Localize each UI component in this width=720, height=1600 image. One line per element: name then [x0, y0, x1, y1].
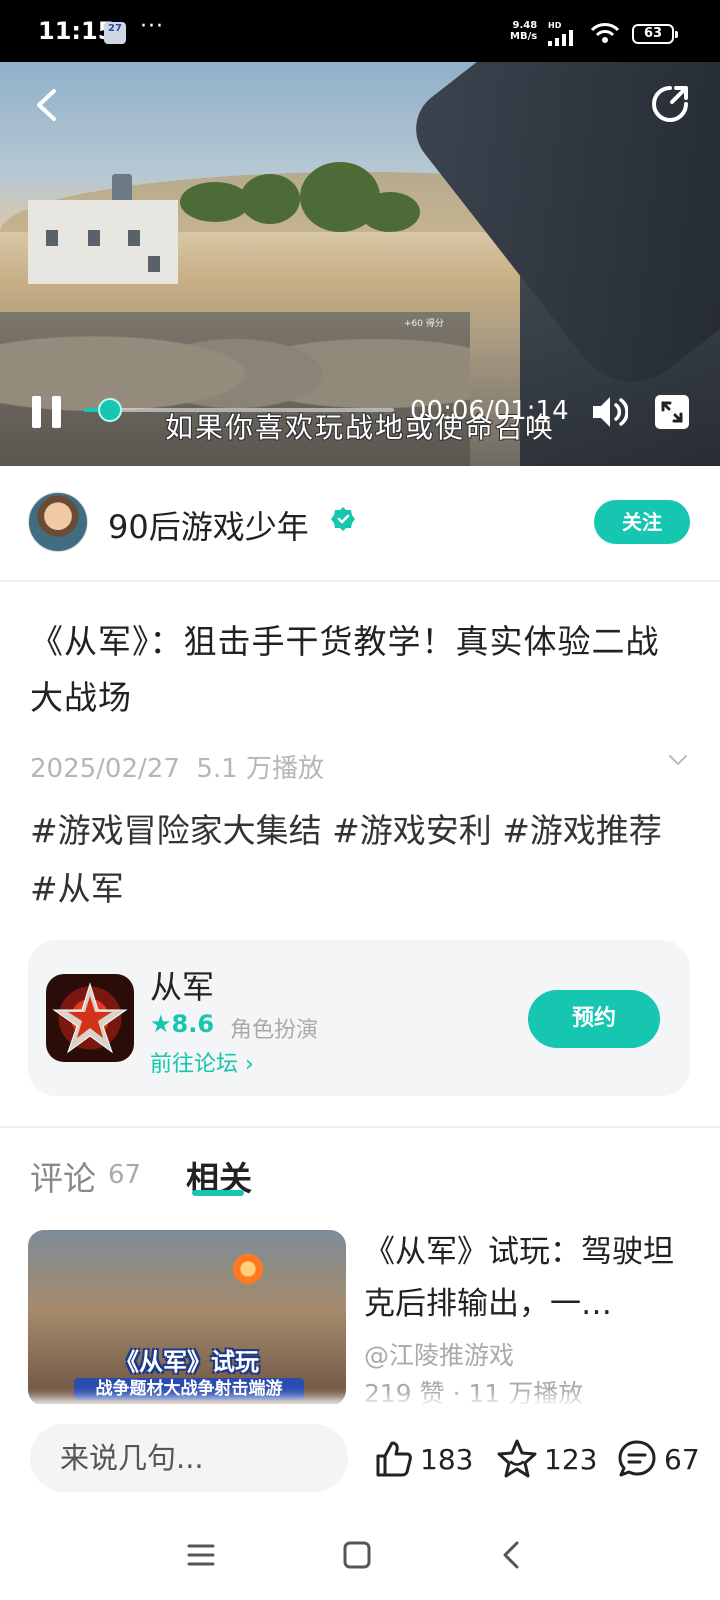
thumbnail-title: 《从军》试玩: [115, 1348, 259, 1376]
thumbnail-muzzle-flash: [228, 1254, 268, 1284]
status-time: 11:15: [38, 17, 115, 45]
thumbnail-subtitle: 战争题材大战争射击端游: [74, 1378, 304, 1400]
playback-time: 00:06/01:14: [410, 396, 569, 426]
chevron-right-icon: ›: [245, 1052, 254, 1077]
like-button[interactable]: 183: [374, 1434, 473, 1484]
post-date: 2025/02/27: [30, 754, 180, 784]
favorite-button[interactable]: 123: [496, 1434, 597, 1484]
network-speed-value: 9.48: [512, 20, 538, 31]
hd-indicator: HD: [548, 21, 562, 30]
menu-icon[interactable]: [186, 1540, 216, 1570]
post-title: 《从军》：狙击手干货教学！真实体验二战大战场: [30, 622, 660, 717]
favorite-count: 123: [544, 1442, 598, 1476]
signal-icon: [548, 30, 573, 46]
home-icon[interactable]: [342, 1540, 372, 1570]
follow-button[interactable]: 关注: [594, 500, 690, 544]
author-avatar[interactable]: [28, 492, 88, 552]
network-speed: 9.48 MB/s: [510, 20, 537, 42]
volume-icon[interactable]: [590, 394, 628, 430]
comment-button[interactable]: 67: [616, 1434, 700, 1484]
star-outline-icon: [497, 1439, 537, 1478]
post-plays: 5.1 万播放: [196, 754, 325, 784]
video-scene-tree: [240, 174, 300, 224]
video-scene-tower: [112, 174, 132, 202]
like-count: 183: [420, 1442, 474, 1476]
forum-link[interactable]: 前往论坛 ›: [150, 1046, 254, 1078]
divider: [0, 1126, 720, 1128]
bottom-action-bar: 183 123 67: [0, 1404, 720, 1514]
chevron-down-icon[interactable]: [668, 754, 688, 766]
pause-icon[interactable]: [30, 394, 64, 430]
star-icon: ★: [150, 1010, 172, 1038]
game-name: 从军: [150, 968, 215, 1006]
progress-track[interactable]: [84, 408, 394, 412]
network-speed-unit: MB/s: [510, 31, 538, 42]
system-navigation-bar: [0, 1514, 720, 1600]
game-card[interactable]: 从军 ★8.6 角色扮演 前往论坛 › 预约: [28, 940, 690, 1096]
video-player[interactable]: +60 得分 如果你喜欢玩战地或使命召唤 00:06/01:14: [0, 62, 720, 466]
thumbs-up-icon: [376, 1441, 412, 1477]
comment-bubble-icon: [618, 1440, 656, 1477]
related-video-author[interactable]: @江陵推游戏: [364, 1336, 514, 1372]
star-emblem-icon: [52, 982, 128, 1054]
related-video-thumbnail[interactable]: 《从军》试玩 战争题材大战争射击端游: [28, 1230, 346, 1406]
reserve-button[interactable]: 预约: [528, 990, 660, 1048]
hud-score: +60 得分: [404, 319, 444, 329]
comment-count: 67: [664, 1442, 700, 1476]
nav-back-icon[interactable]: [500, 1540, 522, 1570]
game-rating: ★8.6: [150, 1010, 214, 1038]
video-scene-building: [28, 200, 178, 284]
post-tags[interactable]: #游戏冒险家大集结 #游戏安利 #游戏推荐 #从军: [30, 802, 690, 918]
author-row: 90后游戏少年 关注: [0, 466, 720, 582]
tab-comments[interactable]: 评论: [30, 1152, 96, 1200]
progress-knob[interactable]: [98, 398, 122, 422]
game-icon[interactable]: [46, 974, 134, 1062]
author-name[interactable]: 90后游戏少年: [108, 502, 309, 548]
more-notifications-icon: ···: [140, 14, 164, 39]
tab-comments-count: 67: [108, 1160, 142, 1190]
back-icon[interactable]: [34, 88, 58, 122]
post-meta: 2025/02/27 5.1 万播放: [30, 748, 324, 785]
forum-link-label: 前往论坛: [150, 1052, 239, 1077]
game-genre: 角色扮演: [230, 1018, 319, 1043]
comment-input[interactable]: [30, 1424, 348, 1492]
video-scene-tree: [360, 192, 420, 232]
active-tab-indicator: [192, 1190, 244, 1196]
divider: [0, 580, 720, 582]
related-video-title[interactable]: 《从军》试玩：驾驶坦克后排输出，一…: [364, 1226, 694, 1330]
fullscreen-icon[interactable]: [654, 394, 690, 430]
wifi-icon: [590, 23, 620, 43]
game-rating-value: 8.6: [171, 1010, 215, 1038]
verified-badge-icon: [331, 507, 355, 531]
share-icon[interactable]: [650, 84, 690, 124]
status-bar: 11:15 27 ··· 9.48 MB/s HD 63: [0, 0, 720, 62]
battery-indicator: 63: [632, 24, 678, 44]
calendar-notification-icon: 27: [104, 22, 126, 44]
